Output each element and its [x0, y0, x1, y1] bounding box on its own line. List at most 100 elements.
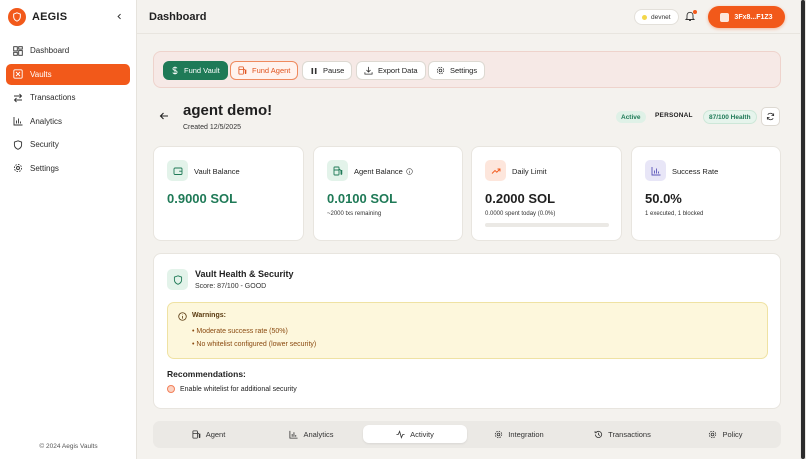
gear-icon	[436, 66, 445, 75]
sidebar-item-label: Vaults	[30, 69, 52, 79]
vault-balance-label: Vault Balance	[194, 167, 240, 176]
success-rate-card: Success Rate 50.0% 1 executed, 1 blocked	[631, 146, 781, 241]
health-score: Score: 87/100 - GOOD	[195, 283, 267, 290]
recommendations-title: Recommendations:	[167, 369, 246, 379]
warning-item: • Moderate success rate (50%)	[192, 328, 288, 335]
tab-analytics[interactable]: Analytics	[260, 425, 363, 443]
status-badge: Active	[616, 111, 646, 123]
fund-vault-label: Fund Vault	[184, 66, 220, 75]
tab-label: Agent	[205, 429, 226, 439]
fuel-icon	[327, 160, 348, 181]
transfer-icon	[13, 93, 23, 103]
info-icon[interactable]	[406, 168, 413, 175]
back-button[interactable]	[159, 111, 171, 123]
settings-button[interactable]: Settings	[428, 61, 486, 80]
sidebar-item-security[interactable]: Security	[6, 134, 130, 155]
daily-limit-sub: 0.0000 spent today (0.0%)	[485, 211, 556, 217]
tab-label: Activity	[410, 429, 434, 439]
sidebar-item-settings[interactable]: Settings	[6, 158, 130, 179]
gear-icon	[708, 430, 717, 439]
shield-logo-icon	[8, 8, 26, 26]
sidebar-item-analytics[interactable]: Analytics	[6, 111, 130, 132]
agent-created-date: Created 12/5/2025	[183, 124, 241, 131]
info-icon	[178, 312, 187, 321]
agent-tabs: Agent Analytics Activity Integration Tra…	[153, 421, 781, 448]
tab-label: Integration	[508, 429, 544, 439]
scrollbar-thumb[interactable]	[801, 0, 805, 459]
sidebar-item-label: Security	[30, 140, 59, 149]
agent-balance-card: Agent Balance 0.0100 SOL ~2000 txs remai…	[313, 146, 463, 241]
warnings-box: Warnings: • Moderate success rate (50%) …	[167, 302, 768, 359]
sidebar-item-label: Settings	[30, 163, 59, 173]
sidebar-item-dashboard[interactable]: Dashboard	[6, 40, 130, 61]
tab-transactions[interactable]: Transactions	[571, 425, 674, 443]
page-title: Dashboard	[149, 11, 207, 23]
daily-limit-label: Daily Limit	[512, 167, 547, 176]
settings-label: Settings	[450, 66, 478, 75]
agent-balance-label: Agent Balance	[354, 167, 403, 176]
agent-balance-sub: ~2000 txs remaining	[327, 211, 382, 217]
sidebar-item-label: Analytics	[30, 116, 63, 126]
fund-vault-button[interactable]: Fund Vault	[163, 61, 228, 80]
tab-agent[interactable]: Agent	[157, 425, 260, 443]
sidebar: AEGIS Dashboard Vaults Transactions Anal…	[0, 0, 137, 459]
network-label: devnet	[651, 13, 671, 21]
brand[interactable]: AEGIS	[8, 8, 67, 26]
daily-limit-value: 0.2000 SOL	[485, 191, 556, 206]
fuel-icon	[238, 66, 247, 75]
sidebar-item-vaults[interactable]: Vaults	[6, 63, 130, 85]
refresh-button[interactable]	[761, 107, 780, 126]
pause-icon	[310, 67, 318, 75]
network-badge[interactable]: devnet	[634, 9, 679, 25]
trending-up-icon	[485, 160, 506, 181]
chart-icon	[289, 430, 299, 439]
scrollbar[interactable]	[800, 0, 806, 459]
export-data-button[interactable]: Export Data	[356, 61, 426, 80]
refresh-icon	[766, 112, 775, 121]
success-rate-sub: 1 executed, 1 blocked	[645, 211, 704, 217]
health-title: Vault Health & Security	[195, 269, 294, 279]
pause-button[interactable]: Pause	[302, 61, 353, 80]
notifications-button[interactable]	[684, 10, 697, 23]
fuel-icon	[192, 429, 201, 439]
sidebar-nav: Dashboard Vaults Transactions Analytics …	[6, 40, 130, 181]
gear-icon	[13, 163, 23, 173]
notification-dot-icon	[693, 10, 697, 14]
shield-icon	[13, 139, 23, 150]
tab-policy[interactable]: Policy	[674, 425, 777, 443]
fund-agent-button[interactable]: Fund Agent	[230, 61, 299, 80]
agent-balance-label-row: Agent Balance	[354, 167, 413, 176]
fund-agent-label: Fund Agent	[252, 66, 291, 75]
agent-name: agent demo!	[183, 102, 273, 119]
success-rate-label: Success Rate	[672, 167, 719, 176]
wallet-button[interactable]: 3Fx8...F1Z3	[708, 6, 785, 28]
warning-item: • No whitelist configured (lower securit…	[192, 341, 317, 348]
sidebar-item-transactions[interactable]: Transactions	[6, 87, 130, 108]
tab-integration[interactable]: Integration	[467, 425, 571, 443]
export-data-label: Export Data	[378, 66, 418, 75]
wallet-address: 3Fx8...F1Z3	[734, 13, 773, 21]
tab-activity[interactable]: Activity	[363, 425, 467, 443]
tab-label: Policy	[722, 429, 743, 439]
tab-label: Analytics	[303, 429, 334, 439]
warnings-title: Warnings:	[192, 312, 226, 319]
vault-icon	[13, 69, 23, 79]
agent-balance-value: 0.0100 SOL	[327, 191, 398, 206]
arrow-left-icon	[159, 112, 168, 120]
wallet-icon	[720, 12, 730, 22]
dashboard-icon	[13, 45, 23, 56]
chart-icon	[13, 116, 23, 126]
recommendation-text: Enable whitelist for additional security	[180, 385, 297, 393]
recommendation-bullet-icon	[167, 385, 175, 393]
footer-copyright: © 2024 Aegis Vaults	[39, 443, 98, 450]
sidebar-item-label: Transactions	[30, 93, 76, 102]
pause-label: Pause	[323, 66, 345, 75]
shield-icon	[167, 269, 188, 290]
chevron-left-icon	[116, 13, 121, 19]
daily-limit-card: Daily Limit 0.2000 SOL 0.0000 spent toda…	[471, 146, 622, 241]
vault-balance-card: Vault Balance 0.9000 SOL	[153, 146, 304, 241]
wallet-icon	[167, 160, 188, 181]
top-header: Dashboard devnet 3Fx8...F1Z3	[137, 0, 800, 34]
collapse-sidebar-button[interactable]	[113, 9, 125, 23]
brand-name: AEGIS	[32, 11, 68, 23]
